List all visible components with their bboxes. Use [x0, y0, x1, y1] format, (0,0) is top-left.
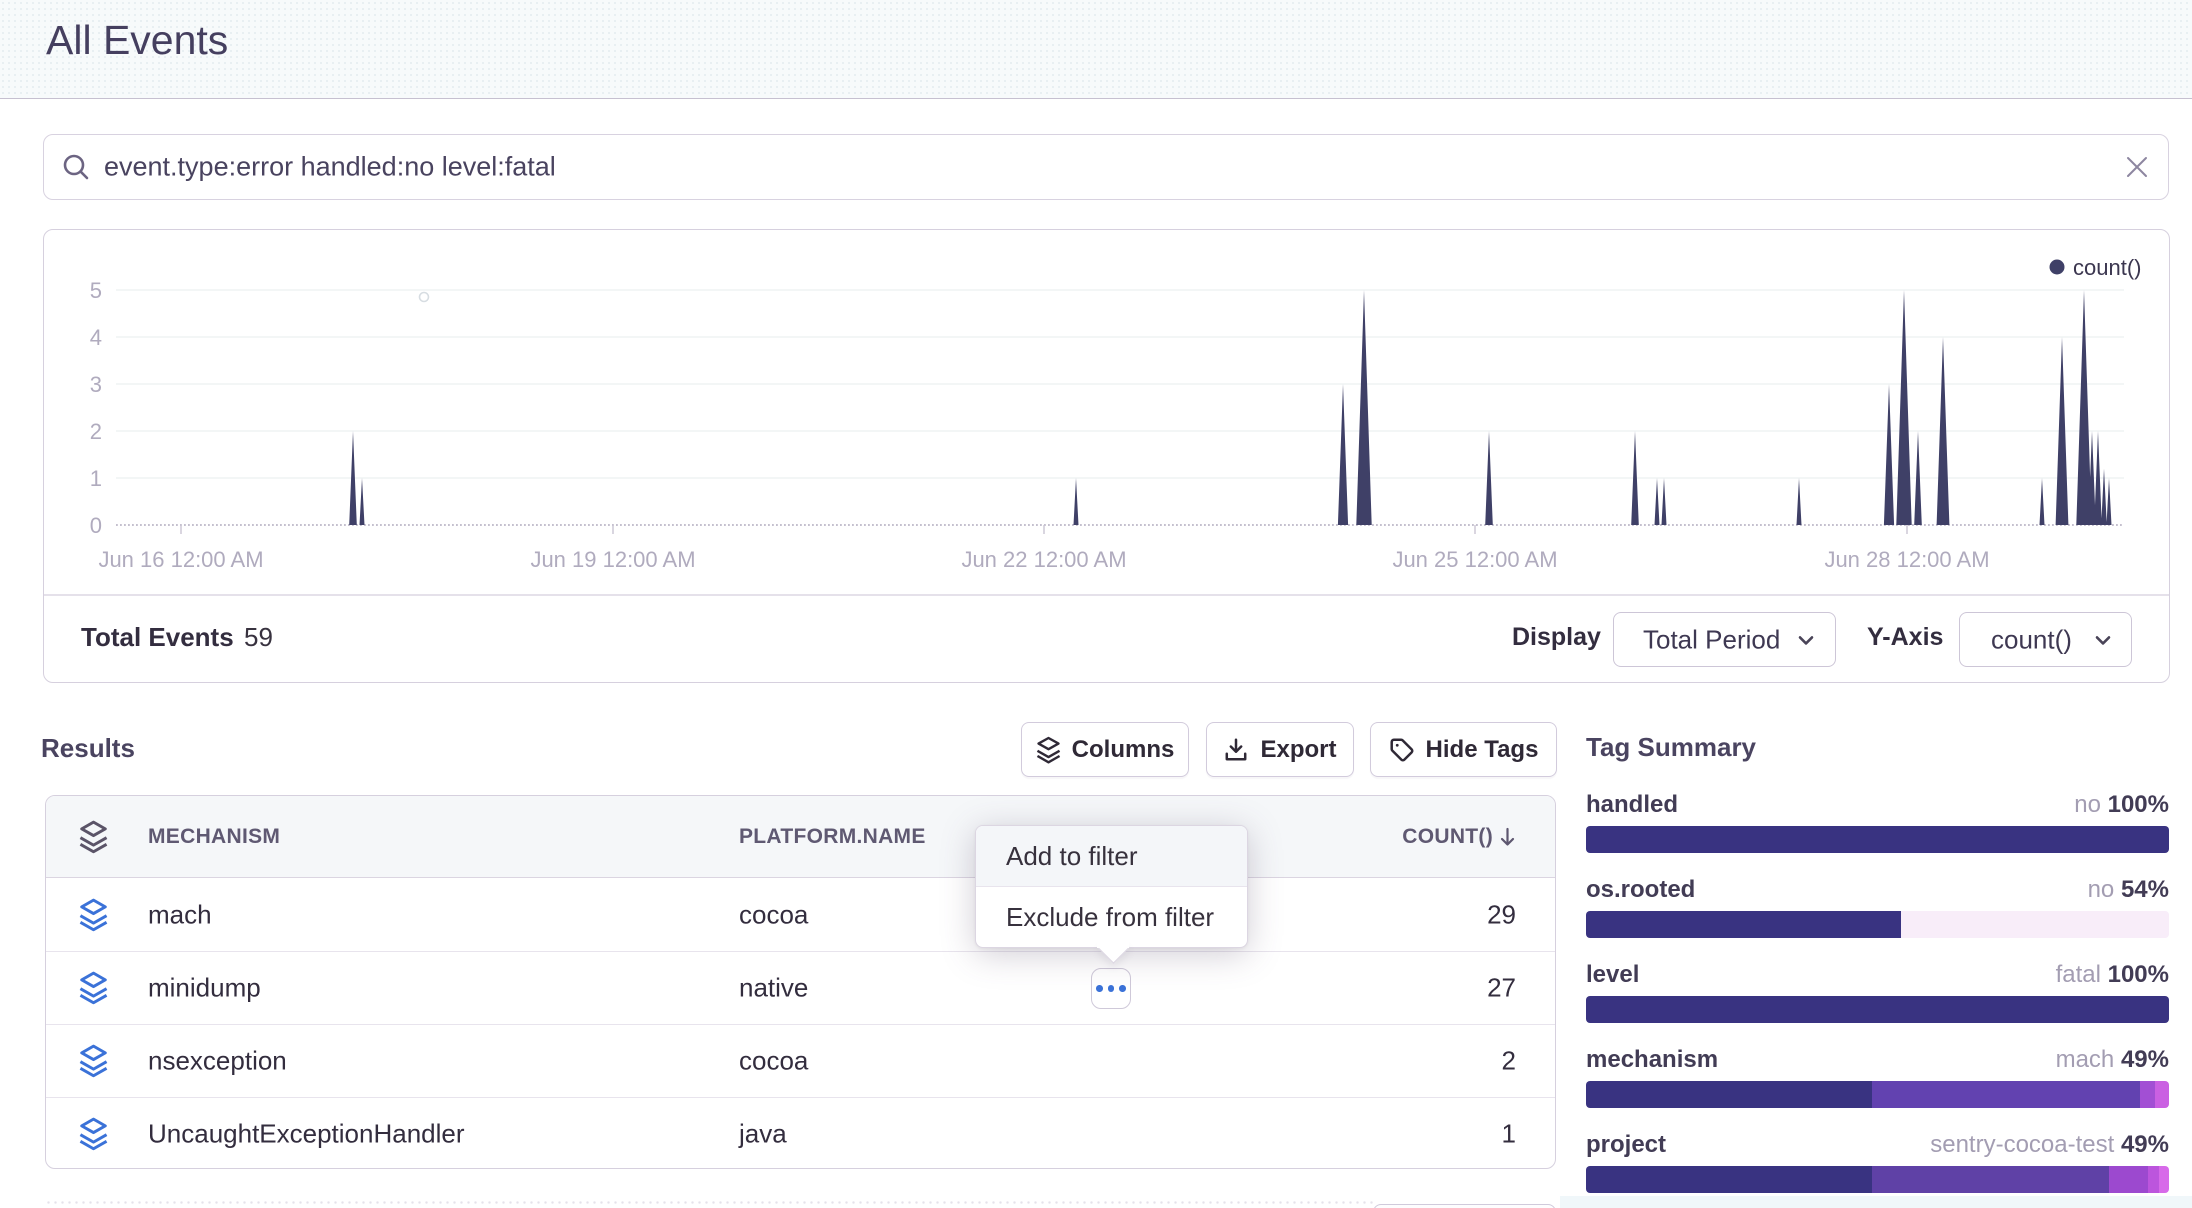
svg-text:Jun 22 12:00 AM: Jun 22 12:00 AM	[961, 547, 1126, 572]
svg-text:4: 4	[90, 325, 102, 350]
svg-text:0: 0	[90, 513, 102, 538]
svg-text:Jun 19 12:00 AM: Jun 19 12:00 AM	[530, 547, 695, 572]
svg-text:3: 3	[90, 372, 102, 397]
svg-text:Jun 16 12:00 AM: Jun 16 12:00 AM	[98, 547, 263, 572]
svg-text:count(): count()	[2073, 255, 2141, 280]
svg-text:5: 5	[90, 278, 102, 303]
svg-text:1: 1	[90, 466, 102, 491]
svg-text:Jun 28 12:00 AM: Jun 28 12:00 AM	[1824, 547, 1989, 572]
svg-text:2: 2	[90, 419, 102, 444]
svg-text:Jun 25 12:00 AM: Jun 25 12:00 AM	[1392, 547, 1557, 572]
